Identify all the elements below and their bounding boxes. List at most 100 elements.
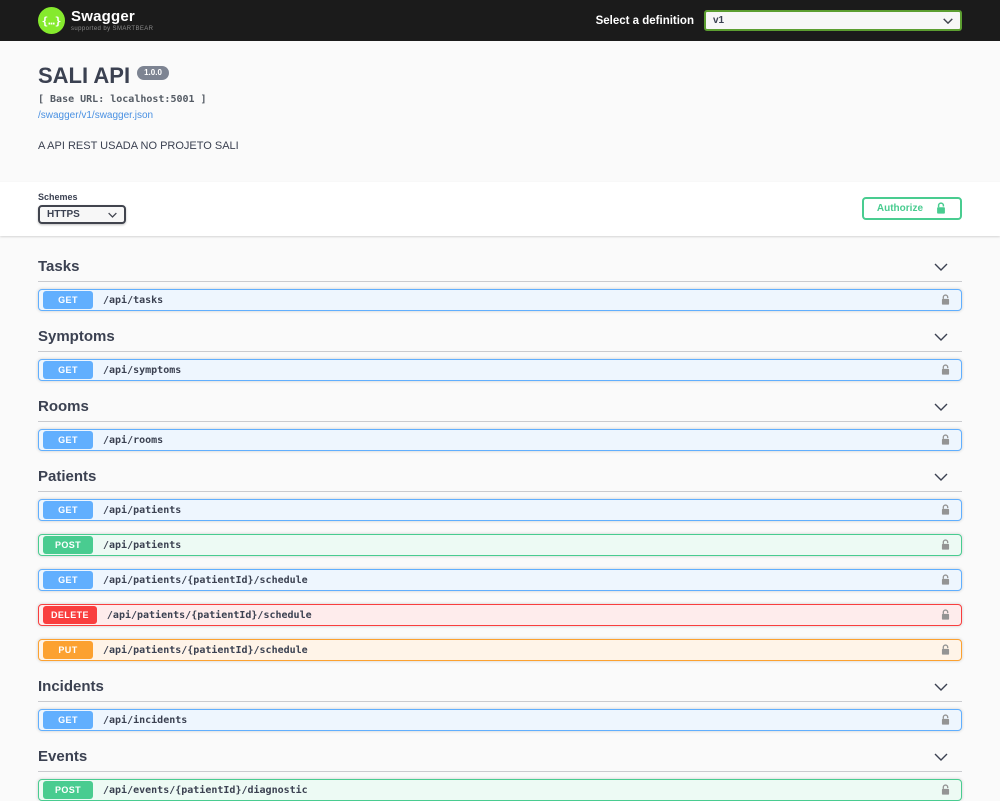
section-title: Tasks [38,258,80,275]
definition-select-label: Select a definition [595,14,694,27]
swagger-logo-icon: {…} [38,7,65,34]
endpoint-row[interactable]: POST /api/events/{patientId}/diagnostic [38,779,962,801]
endpoint-path: /api/rooms [103,434,164,446]
tag-header[interactable]: Symptoms [38,324,962,352]
method-badge: POST [43,781,93,799]
spec-json-link[interactable]: /swagger/v1/swagger.json [38,110,153,121]
tag-header[interactable]: Patients [38,464,962,492]
logo-title: Swagger [71,8,135,25]
authorize-button[interactable]: Authorize [861,196,962,220]
auth-lock-button[interactable] [940,503,951,517]
tag-section: Incidents GET /api/incidents [38,674,962,731]
endpoint-path: /api/patients [103,539,182,551]
unlock-icon [941,714,950,725]
endpoint-row[interactable]: GET /api/tasks [38,289,962,311]
section-title: Incidents [38,678,104,695]
auth-lock-button[interactable] [940,433,951,447]
topbar: {…} Swagger supported by SMARTBEAR Selec… [0,0,1000,41]
unlock-icon [941,644,950,655]
section-title: Patients [38,468,97,485]
method-badge: DELETE [43,606,97,624]
endpoint-path: /api/incidents [103,714,188,726]
endpoint-row[interactable]: DELETE /api/patients/{patientId}/schedul… [38,604,962,626]
endpoint-row[interactable]: GET /api/patients [38,499,962,521]
endpoint-row[interactable]: GET /api/rooms [38,429,962,451]
endpoint-row[interactable]: GET /api/symptoms [38,359,962,381]
auth-lock-button[interactable] [940,643,951,657]
endpoint-row[interactable]: POST /api/patients [38,534,962,556]
base-url: [ Base URL: localhost:5001 ] [38,94,207,105]
tag-section: Symptoms GET /api/symptoms [38,324,962,381]
api-title: SALI API [38,63,131,88]
endpoint-path: /api/symptoms [103,364,182,376]
scheme-select[interactable]: HTTPS [38,205,126,224]
auth-lock-button[interactable] [940,713,951,727]
method-badge: POST [43,536,93,554]
tag-section: Patients GET /api/patients POST /api/pat… [38,464,962,661]
method-badge: GET [43,711,93,729]
section-title: Rooms [38,398,89,415]
section-rows: GET /api/patients POST /api/patients GET… [38,499,962,661]
info-section: SALI API 1.0.0 [ Base URL: localhost:500… [0,41,1000,182]
section-rows: GET /api/incidents [38,709,962,731]
unlock-icon [941,504,950,515]
unlock-icon [941,364,950,375]
auth-lock-button[interactable] [940,293,951,307]
section-title: Events [38,748,88,765]
scheme-select-value: HTTPS [47,209,80,220]
method-badge: GET [43,571,93,589]
auth-lock-button[interactable] [940,608,951,622]
tag-section: Tasks GET /api/tasks [38,254,962,311]
endpoint-path: /api/patients/{patientId}/schedule [103,644,308,656]
method-badge: GET [43,431,93,449]
version-badge: 1.0.0 [137,66,169,80]
section-rows: GET /api/tasks [38,289,962,311]
section-rows: GET /api/rooms [38,429,962,451]
chevron-down-icon [108,212,117,218]
chevron-down-icon [943,17,953,24]
section-rows: POST /api/events/{patientId}/diagnostic [38,779,962,801]
chevron-down-icon[interactable] [934,473,948,481]
endpoint-path: /api/tasks [103,294,164,306]
unlock-icon [941,434,950,445]
chevron-down-icon[interactable] [934,263,948,271]
definition-select[interactable]: v1 [704,10,962,31]
method-badge: PUT [43,641,93,659]
unlock-icon [941,609,950,620]
unlock-icon [941,539,950,550]
method-badge: GET [43,361,93,379]
section-title: Symptoms [38,328,115,345]
chevron-down-icon[interactable] [934,333,948,341]
authorize-label: Authorize [876,202,923,214]
chevron-down-icon[interactable] [934,683,948,691]
tag-section: Events POST /api/events/{patientId}/diag… [38,744,962,801]
auth-lock-button[interactable] [940,783,951,797]
logo-subtitle: supported by SMARTBEAR [71,26,154,32]
endpoint-path: /api/patients/{patientId}/schedule [103,574,308,586]
unlock-icon [937,201,945,214]
chevron-down-icon[interactable] [934,753,948,761]
tag-header[interactable]: Incidents [38,674,962,702]
tag-header[interactable]: Events [38,744,962,772]
endpoint-path: /api/events/{patientId}/diagnostic [103,784,308,796]
unlock-icon [941,574,950,585]
endpoint-row[interactable]: PUT /api/patients/{patientId}/schedule [38,639,962,661]
auth-lock-button[interactable] [940,363,951,377]
definition-select-value: v1 [713,15,725,26]
endpoint-path: /api/patients/{patientId}/schedule [106,609,312,621]
method-badge: GET [43,501,93,519]
tag-header[interactable]: Rooms [38,394,962,422]
tag-header[interactable]: Tasks [38,254,962,282]
svg-text:{…}: {…} [42,14,62,27]
method-badge: GET [43,291,93,309]
unlock-icon [941,784,950,795]
scheme-container: Schemes HTTPS Authorize [0,182,1000,236]
chevron-down-icon[interactable] [934,403,948,411]
endpoint-row[interactable]: GET /api/incidents [38,709,962,731]
swagger-logo: {…} Swagger supported by SMARTBEAR [38,7,153,34]
auth-lock-button[interactable] [940,573,951,587]
endpoint-row[interactable]: GET /api/patients/{patientId}/schedule [38,569,962,591]
operations-container: Tasks GET /api/tasks Symptoms GET /api/s… [0,236,1000,801]
auth-lock-button[interactable] [940,538,951,552]
unlock-icon [941,294,950,305]
